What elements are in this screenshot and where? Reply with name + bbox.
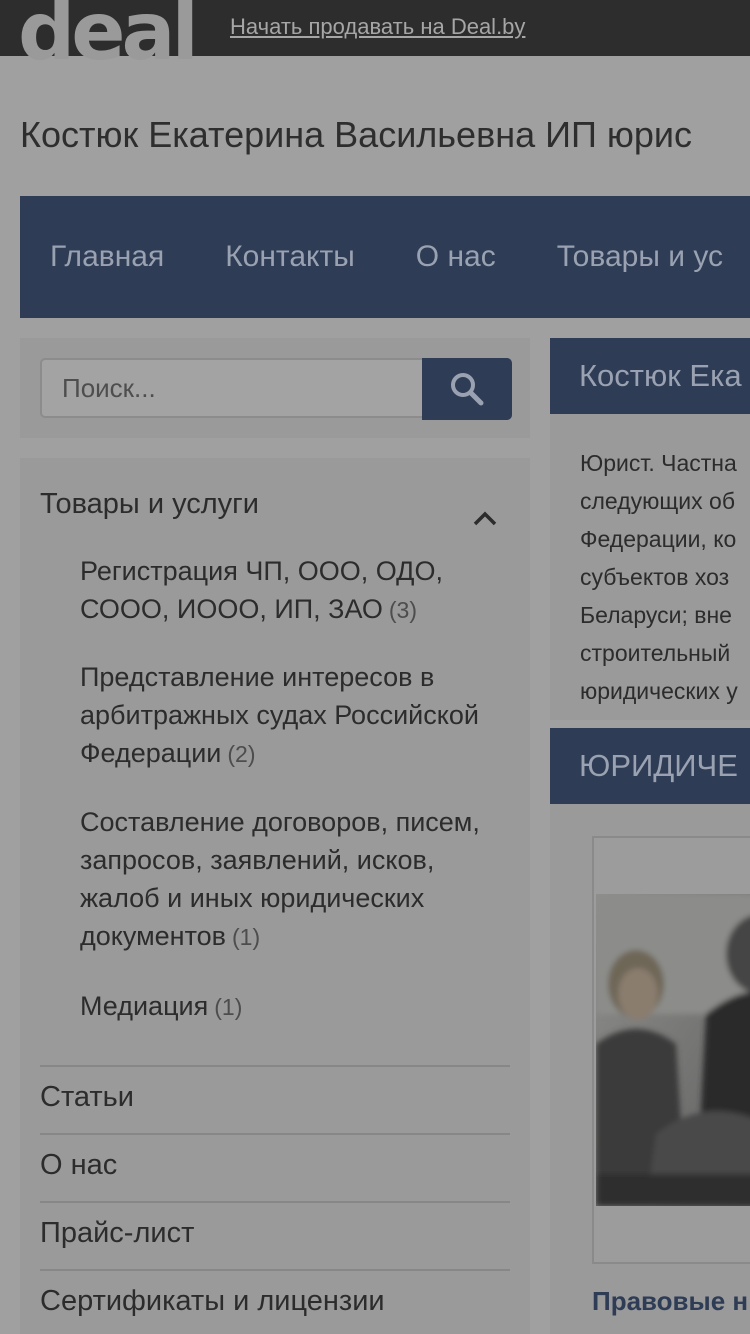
deal-logo[interactable]: deal: [18, 0, 195, 72]
about-line: Беларуси; вне: [580, 602, 732, 628]
nav-item-contacts[interactable]: Контакты: [225, 240, 355, 274]
search-icon: [451, 373, 484, 406]
about-panel: Юрист. Частна следующих об Федерации, ко…: [550, 414, 750, 720]
chevron-up-icon[interactable]: [472, 508, 498, 528]
search-button[interactable]: [422, 358, 512, 420]
start-selling-link[interactable]: Начать продавать на Deal.by: [230, 14, 525, 40]
catalog-item-label: Медиация: [80, 991, 209, 1021]
about-text: Юрист. Частна следующих об Федерации, ко…: [580, 444, 750, 710]
company-title: Костюк Екатерина Васильевна ИП юрис: [20, 114, 692, 155]
products-heading: ЮРИДИЧЕ: [550, 728, 750, 804]
about-line: следующих об: [580, 488, 736, 514]
main-nav: Главная Контакты О нас Товары и ус: [20, 196, 750, 318]
nav-item-about[interactable]: О нас: [416, 240, 496, 274]
catalog-item-count: (3): [388, 597, 417, 623]
search-panel: [20, 338, 530, 438]
catalog-panel: Товары и услуги Регистрация ЧП, ООО, ОДО…: [20, 458, 530, 1334]
top-bar: deal Начать продавать на Deal.by: [0, 0, 750, 72]
catalog-item[interactable]: Представление интересов в арбитражных су…: [80, 658, 510, 773]
catalog-item-label: Представление интересов в арбитражных су…: [80, 662, 479, 768]
product-photo[interactable]: [596, 894, 750, 1206]
catalog-item[interactable]: Регистрация ЧП, ООО, ОДО, СООО, ИООО, ИП…: [80, 552, 510, 629]
search-input[interactable]: [40, 358, 424, 418]
sidebar-item-articles[interactable]: Статьи: [40, 1065, 510, 1133]
sidebar-item-price-list[interactable]: Прайс-лист: [40, 1201, 510, 1269]
products-panel: Правовые н: [550, 804, 750, 1334]
catalog-item-count: (1): [232, 924, 261, 950]
sidebar-item-about[interactable]: О нас: [40, 1133, 510, 1201]
about-line: строительный: [580, 640, 731, 666]
about-line: Юрист. Частна: [580, 450, 737, 476]
catalog-item[interactable]: Составление договоров, писем, запросов, …: [80, 803, 510, 956]
product-link[interactable]: Правовые н: [592, 1286, 748, 1317]
catalog-item[interactable]: Медиация (1): [80, 987, 510, 1026]
catalog-item-label: Составление договоров, писем, запросов, …: [80, 807, 480, 951]
product-card[interactable]: [592, 836, 750, 1264]
catalog-item-count: (2): [227, 741, 256, 767]
nav-item-products[interactable]: Товары и ус: [557, 240, 723, 274]
catalog-heading[interactable]: Товары и услуги: [40, 488, 259, 521]
sidebar-item-certificates[interactable]: Сертификаты и лицензии: [40, 1269, 510, 1334]
catalog-item-count: (1): [214, 994, 243, 1020]
about-line: Федерации, ко: [580, 526, 737, 552]
nav-item-home[interactable]: Главная: [50, 240, 164, 274]
about-heading: Костюк Ека: [550, 338, 750, 414]
page: deal Начать продавать на Deal.by Костюк …: [0, 0, 750, 1334]
about-line: субъектов хоз: [580, 564, 730, 590]
meeting-photo-image: [596, 894, 750, 1206]
about-line: юридических у: [580, 678, 738, 704]
